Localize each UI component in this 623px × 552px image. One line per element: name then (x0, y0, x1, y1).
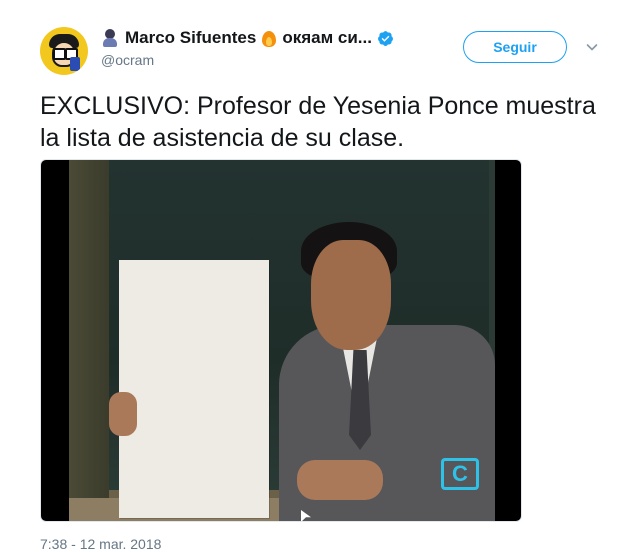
video-frame[interactable]: C (69, 160, 495, 521)
fire-emoji-icon (262, 29, 277, 47)
video-wall (69, 160, 113, 521)
follow-button[interactable]: Seguir (463, 31, 567, 63)
channel-logo-letter: C (452, 461, 468, 486)
person-gesturing-emoji-icon (101, 29, 119, 47)
author-handle[interactable]: @ocram (101, 52, 154, 68)
author-display-name-suffix[interactable]: окяам си... (282, 28, 372, 48)
avatar[interactable] (40, 27, 88, 75)
tweet-timestamp[interactable]: 7:38 - 12 mar. 2018 (40, 536, 161, 552)
chevron-down-icon[interactable] (586, 41, 598, 53)
video-man-hand (297, 460, 383, 500)
avatar-device (70, 57, 80, 71)
channel-logo-icon: C (441, 458, 479, 490)
tweet-text: EXCLUSIVO: Profesor de Yesenia Ponce mue… (40, 92, 596, 152)
tweet-media-video[interactable]: C (40, 159, 522, 522)
video-hand (109, 392, 137, 436)
author-name-row[interactable]: Marco Sifuentes окяам си... (101, 27, 394, 49)
video-man-head (311, 240, 391, 350)
verified-badge-icon (378, 30, 393, 46)
tweet-card: Marco Sifuentes окяам си... @ocram Segui… (0, 0, 623, 552)
video-blank-paper (119, 260, 269, 518)
author-display-name[interactable]: Marco Sifuentes (125, 28, 256, 48)
